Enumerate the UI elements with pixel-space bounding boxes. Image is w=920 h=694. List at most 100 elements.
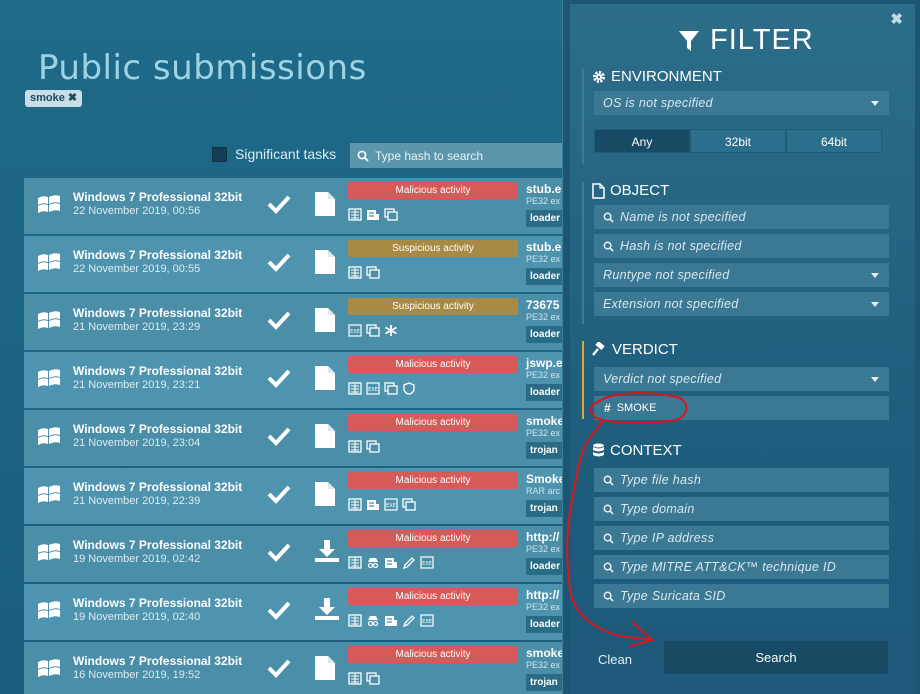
threat-tag-badge[interactable]: loader xyxy=(526,326,562,343)
file-name[interactable]: Smoke xyxy=(526,472,562,486)
network-icon xyxy=(348,440,362,453)
os-select[interactable]: OS is not specified xyxy=(594,91,889,115)
significant-tasks-toggle[interactable]: Significant tasks xyxy=(212,146,336,162)
active-tag-chip[interactable]: smoke ✖ xyxy=(25,90,83,107)
verdict-badge: Malicious activity xyxy=(348,356,518,373)
ip-field[interactable]: Type IP address xyxy=(594,526,889,550)
threat-tag-badge[interactable]: trojan xyxy=(526,674,562,691)
document-icon xyxy=(314,191,336,222)
bitness-32bit[interactable]: 32bit xyxy=(690,129,786,153)
funnel-icon xyxy=(679,30,699,51)
search-icon xyxy=(603,591,614,602)
exe-icon: EXE xyxy=(348,324,362,337)
clean-button[interactable]: Clean xyxy=(598,652,632,667)
file-type: PE32 ex xyxy=(526,602,561,612)
file-type: RAR arc xyxy=(526,486,561,496)
threat-tag-badge[interactable]: trojan xyxy=(526,442,562,459)
domain-field[interactable]: Type domain xyxy=(594,497,889,521)
environment-heading: ENVIRONMENT xyxy=(592,68,722,85)
verdict-badge: Malicious activity xyxy=(348,588,518,605)
environment-heading-label: ENVIRONMENT xyxy=(611,68,722,85)
table-row[interactable]: Windows 7 Professional 32bit 21 November… xyxy=(24,410,562,466)
file-name[interactable]: stub.e xyxy=(526,240,561,254)
hash-field[interactable]: Hash is not specified xyxy=(594,234,889,258)
name-field[interactable]: Name is not specified xyxy=(594,205,889,229)
bitness-any[interactable]: Any xyxy=(594,129,690,153)
table-row[interactable]: Windows 7 Professional 32bit 19 November… xyxy=(24,526,562,582)
file-type: PE32 ex xyxy=(526,660,561,670)
submission-date: 16 November 2019, 19:52 xyxy=(73,669,201,681)
window-icon xyxy=(384,382,398,395)
threat-tag-badge[interactable]: trojan xyxy=(526,500,562,517)
submission-date: 21 November 2019, 23:21 xyxy=(73,379,201,391)
table-row[interactable]: Windows 7 Professional 32bit 21 November… xyxy=(24,352,562,408)
check-icon xyxy=(267,542,291,567)
check-icon xyxy=(267,194,291,219)
file-hash-field[interactable]: Type file hash xyxy=(594,468,889,492)
spy-icon xyxy=(366,556,380,569)
file-type: PE32 ex xyxy=(526,370,561,380)
table-row[interactable]: Windows 7 Professional 32bit 21 November… xyxy=(24,468,562,524)
submissions-area: Public submissions smoke ✖ Significant ta… xyxy=(0,0,562,694)
verdict-heading-label: VERDICT xyxy=(612,341,678,358)
exe-icon: EXE xyxy=(420,556,434,569)
search-icon xyxy=(357,150,369,162)
threat-tag-badge[interactable]: loader xyxy=(526,210,562,227)
file-name[interactable]: smoke xyxy=(526,414,562,428)
hash-search-box[interactable] xyxy=(350,143,562,168)
file-name[interactable]: stub.e xyxy=(526,182,561,196)
table-row[interactable]: Windows 7 Professional 32bit 22 November… xyxy=(24,236,562,292)
windows-icon xyxy=(37,658,61,685)
windows-icon xyxy=(37,310,61,337)
search-icon xyxy=(603,504,614,515)
tag-filter-chip[interactable]: # SMOKE xyxy=(594,396,889,420)
os-name: Windows 7 Professional 32bit xyxy=(73,422,243,436)
bitness-64bit[interactable]: 64bit xyxy=(786,129,882,153)
extension-select[interactable]: Extension not specified xyxy=(594,292,889,316)
threat-tag-badge[interactable]: loader xyxy=(526,268,562,285)
gavel-icon xyxy=(592,342,605,356)
hash-search-input[interactable] xyxy=(375,148,555,163)
file-name[interactable]: http:// xyxy=(526,530,559,544)
script-icon xyxy=(384,614,398,627)
os-name: Windows 7 Professional 32bit xyxy=(73,596,243,610)
verdict-select[interactable]: Verdict not specified xyxy=(594,367,889,391)
table-row[interactable]: Windows 7 Professional 32bit 16 November… xyxy=(24,642,562,694)
document-icon xyxy=(314,481,336,512)
threat-tag-badge[interactable]: loader xyxy=(526,616,562,633)
windows-icon xyxy=(37,484,61,511)
significant-tasks-checkbox[interactable] xyxy=(212,146,227,162)
verdict-select-value: Verdict not specified xyxy=(603,372,722,386)
threat-tag-badge[interactable]: loader xyxy=(526,558,562,575)
extension-select-value: Extension not specified xyxy=(603,297,739,311)
file-name[interactable]: http:// xyxy=(526,588,559,602)
table-row[interactable]: Windows 7 Professional 32bit 22 November… xyxy=(24,178,562,234)
file-name[interactable]: smoke xyxy=(526,646,562,660)
mitre-field[interactable]: Type MITRE ATT&CK™ technique ID xyxy=(594,555,889,579)
behavior-tags xyxy=(348,208,398,221)
window-icon xyxy=(402,498,416,511)
windows-icon xyxy=(37,368,61,395)
threat-tag-badge[interactable]: loader xyxy=(526,384,562,401)
table-row[interactable]: Windows 7 Professional 32bit 21 November… xyxy=(24,294,562,350)
file-name[interactable]: 73675 xyxy=(526,298,559,312)
svg-text:EXE: EXE xyxy=(386,503,396,509)
script-icon xyxy=(366,208,380,221)
runtype-select[interactable]: Runtype not specified xyxy=(594,263,889,287)
remove-tag-icon[interactable]: ✖ xyxy=(68,92,77,104)
runtype-select-value: Runtype not specified xyxy=(603,268,730,282)
close-icon[interactable]: ✖ xyxy=(890,10,903,28)
check-icon xyxy=(267,600,291,625)
gear-icon xyxy=(593,70,605,83)
suricata-field[interactable]: Type Suricata SID xyxy=(594,584,889,608)
behavior-tags: EXE xyxy=(348,382,416,395)
exe-icon: EXE xyxy=(366,382,380,395)
file-type: PE32 ex xyxy=(526,544,561,554)
network-icon xyxy=(348,556,362,569)
file-name[interactable]: jswp.e xyxy=(526,356,562,370)
hash-icon: # xyxy=(604,401,611,415)
search-button[interactable]: Search xyxy=(664,641,888,674)
verdict-badge: Malicious activity xyxy=(348,414,518,431)
object-section: OBJECT Name is not specified Hash is not… xyxy=(582,182,890,324)
table-row[interactable]: Windows 7 Professional 32bit 19 November… xyxy=(24,584,562,640)
